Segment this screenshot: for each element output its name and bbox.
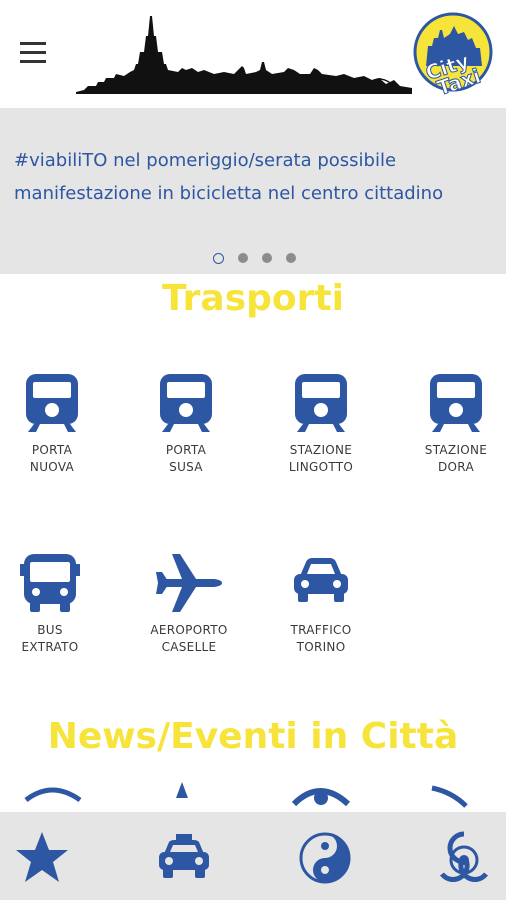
tile-aeroporto-caselle[interactable]: AEROPORTO CASELLE xyxy=(129,552,249,656)
city-taxi-logo: City Taxi xyxy=(413,12,493,100)
biohazard-icon[interactable] xyxy=(436,830,492,886)
tile-label: TRAFFICO TORINO xyxy=(290,623,352,654)
tile-bus-extrato[interactable]: BUS EXTRATO xyxy=(0,552,110,656)
train-icon xyxy=(430,374,482,432)
person-icon xyxy=(176,782,188,798)
tile-label: STAZIONE DORA xyxy=(424,443,488,474)
taxi-icon[interactable] xyxy=(156,830,212,886)
star-icon[interactable] xyxy=(14,830,70,886)
tile-label: STAZIONE LINGOTTO xyxy=(288,443,354,474)
tile-traffico-torino[interactable]: TRAFFICO TORINO xyxy=(261,552,381,656)
turin-skyline-image xyxy=(76,16,412,94)
app-header: City Taxi xyxy=(0,0,506,108)
train-icon xyxy=(26,374,78,432)
tile-stazione-lingotto[interactable]: STAZIONE LINGOTTO xyxy=(261,372,381,476)
tile-label: AEROPORTO CASELLE xyxy=(150,623,228,654)
carousel-dot[interactable] xyxy=(286,253,296,263)
partial-icons-strip xyxy=(24,782,468,808)
tile-label: PORTA NUOVA xyxy=(29,443,75,474)
arc-icon xyxy=(431,785,468,808)
yin-yang-icon[interactable] xyxy=(297,830,353,886)
bottom-navigation-bar xyxy=(0,812,506,900)
tile-porta-susa[interactable]: PORTA SUSA xyxy=(126,372,246,476)
train-icon xyxy=(160,374,212,432)
carousel-dot-active[interactable] xyxy=(213,253,224,264)
news-icons-row xyxy=(0,774,506,812)
carousel-dot[interactable] xyxy=(238,253,248,263)
news-ticker-text[interactable]: #viabiliTO nel pomeriggio/serata possibi… xyxy=(14,144,484,210)
train-icon xyxy=(295,374,347,432)
section-title-trasporti: Trasporti xyxy=(162,278,344,319)
tile-label: PORTA SUSA xyxy=(165,443,207,474)
carousel-pagination xyxy=(213,253,296,265)
car-icon xyxy=(294,558,348,602)
eye-icon xyxy=(24,787,82,803)
news-ticker-banner[interactable]: #viabiliTO nel pomeriggio/serata possibi… xyxy=(0,108,506,274)
tile-porta-nuova[interactable]: PORTA NUOVA xyxy=(0,372,112,476)
hamburger-menu-icon[interactable] xyxy=(18,40,48,66)
carousel-dot[interactable] xyxy=(262,253,272,263)
tile-stazione-dora[interactable]: STAZIONE DORA xyxy=(396,372,506,476)
bus-icon xyxy=(20,554,80,612)
tile-label: BUS EXTRATO xyxy=(21,623,79,654)
airplane-icon xyxy=(156,554,222,612)
section-title-news-eventi: News/Eventi in Città xyxy=(47,716,459,757)
